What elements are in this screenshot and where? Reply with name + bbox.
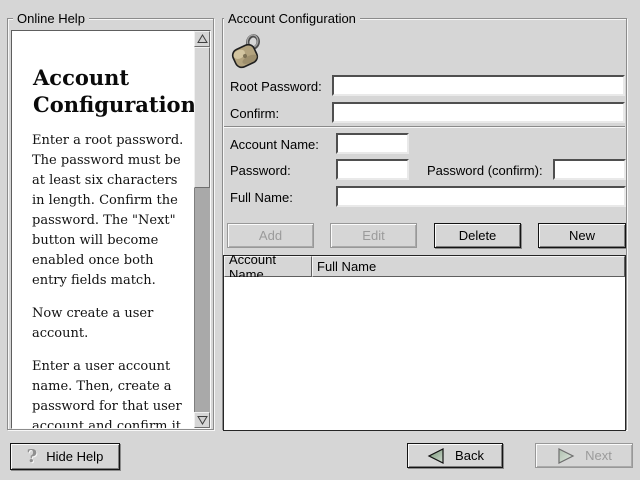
- scrollbar-thumb[interactable]: [194, 47, 210, 188]
- hide-help-button[interactable]: ? Hide Help: [10, 443, 120, 470]
- section-separator: [224, 126, 625, 128]
- accounts-table-header: Account Name Full Name: [224, 256, 625, 277]
- scroll-up-button[interactable]: [194, 31, 210, 47]
- question-mark-icon: ?: [27, 448, 38, 466]
- full-name-input[interactable]: [336, 186, 626, 207]
- back-button[interactable]: Back: [407, 443, 503, 468]
- new-button[interactable]: New: [538, 223, 626, 248]
- column-header-account-name[interactable]: Account Name: [224, 256, 312, 277]
- help-heading: Account Configuration: [33, 64, 192, 118]
- back-arrow-icon: [426, 447, 446, 465]
- root-password-label: Root Password:: [230, 79, 322, 94]
- next-label: Next: [585, 448, 612, 463]
- column-header-full-name[interactable]: Full Name: [312, 256, 625, 277]
- confirm-password-label: Confirm:: [230, 106, 279, 121]
- scroll-down-icon: [197, 415, 208, 425]
- back-label: Back: [455, 448, 484, 463]
- edit-button[interactable]: Edit: [330, 223, 417, 248]
- hide-help-label: Hide Help: [46, 449, 103, 464]
- full-name-label: Full Name:: [230, 190, 293, 205]
- user-password-confirm-label: Password (confirm):: [427, 163, 543, 178]
- next-button[interactable]: Next: [535, 443, 633, 468]
- scroll-down-button[interactable]: [194, 412, 210, 428]
- confirm-password-input[interactable]: [332, 102, 625, 123]
- account-name-label: Account Name:: [230, 137, 319, 152]
- scroll-up-icon: [197, 34, 208, 44]
- help-scrollbar[interactable]: [194, 31, 210, 428]
- help-paragraph: Enter a root password. The password must…: [32, 131, 192, 291]
- delete-button[interactable]: Delete: [434, 223, 521, 248]
- user-password-label: Password:: [230, 163, 291, 178]
- padlock-icon: [226, 31, 266, 71]
- accounts-table: Account Name Full Name: [223, 255, 626, 431]
- user-password-confirm-input[interactable]: [553, 159, 626, 180]
- root-password-input[interactable]: [332, 75, 625, 96]
- online-help-frame-label: Online Help: [13, 11, 89, 26]
- help-paragraph: Now create a user account.: [32, 304, 192, 344]
- next-arrow-icon: [556, 447, 576, 465]
- account-name-input[interactable]: [336, 133, 409, 154]
- help-text-panel: Account Configuration Enter a root passw…: [11, 30, 211, 429]
- add-button[interactable]: Add: [227, 223, 314, 248]
- account-configuration-frame-label: Account Configuration: [224, 11, 360, 26]
- help-text-content: Account Configuration Enter a root passw…: [12, 31, 194, 428]
- installer-window: Online Help Account Configuration Enter …: [0, 0, 640, 480]
- help-paragraph: Enter a user account name. Then, create …: [32, 357, 192, 428]
- accounts-table-body[interactable]: [224, 277, 625, 430]
- user-password-input[interactable]: [336, 159, 409, 180]
